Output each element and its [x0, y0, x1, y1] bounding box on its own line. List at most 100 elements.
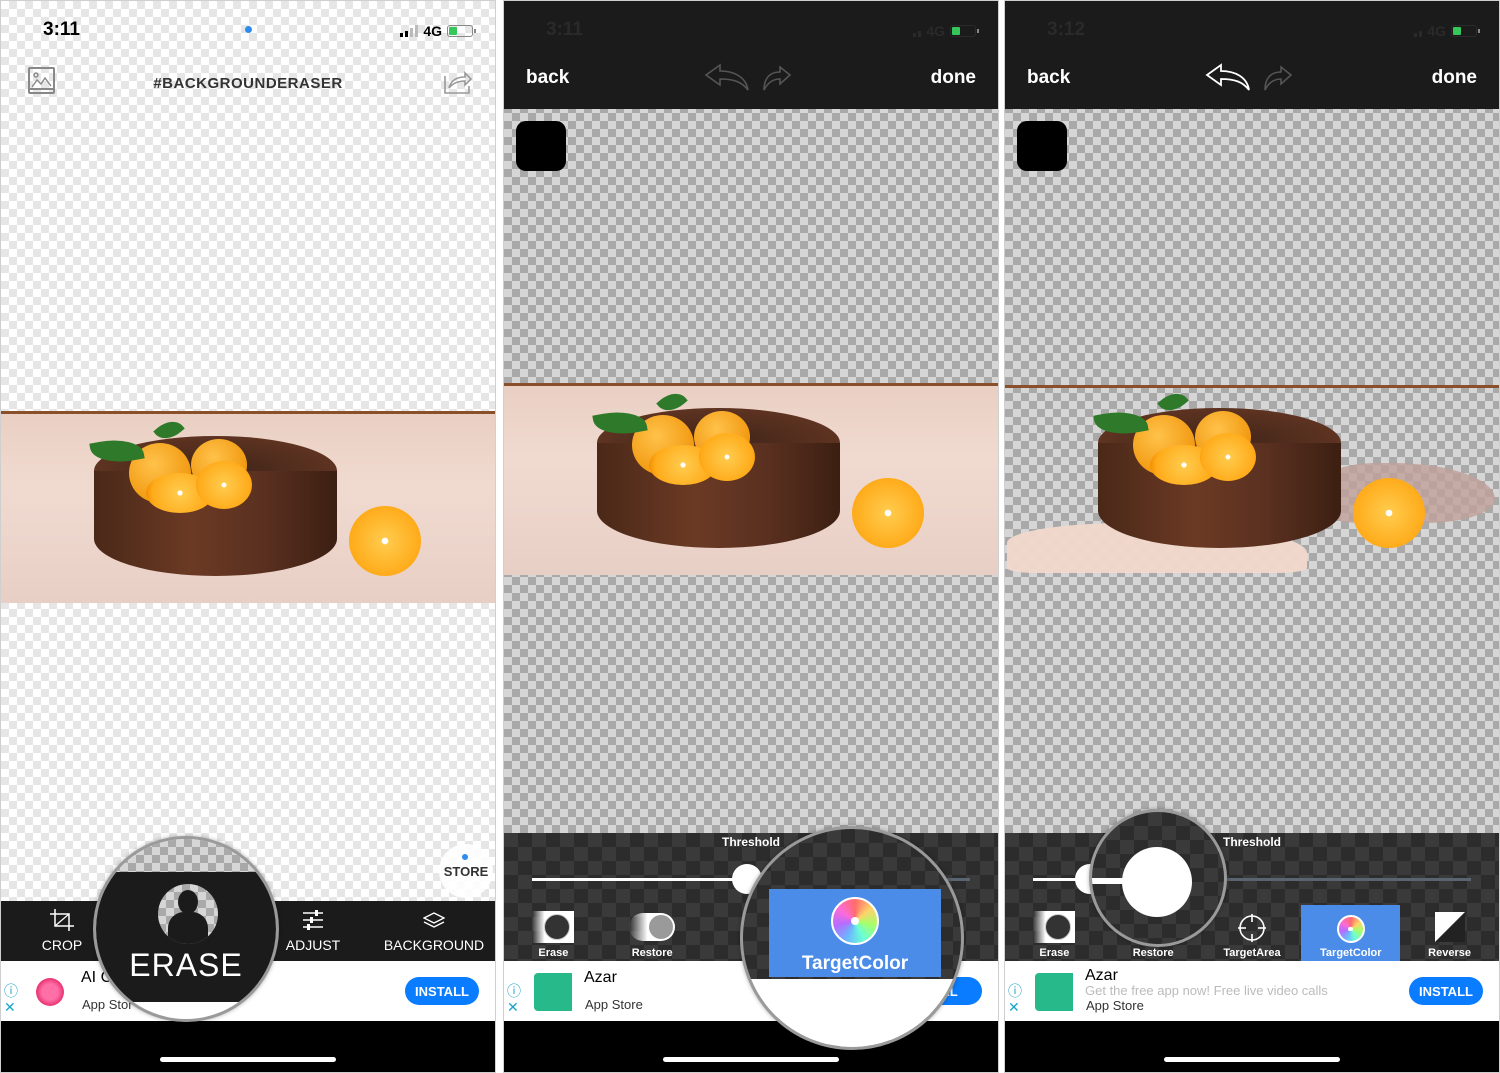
orange-half — [699, 433, 755, 481]
mode-restore[interactable]: Restore — [603, 905, 702, 961]
mode-label: TargetColor — [1320, 947, 1382, 959]
store-label: STORE — [443, 864, 489, 879]
color-swatch[interactable] — [516, 121, 566, 171]
back-button[interactable]: back — [526, 67, 569, 89]
status-time: 3:11 — [546, 19, 583, 40]
magnifier-erase: ERASE — [93, 836, 279, 1022]
ad-app-icon — [534, 973, 572, 1011]
info-icon[interactable]: ⓘ — [1008, 983, 1022, 999]
battery-icon — [447, 25, 476, 37]
orange-half — [349, 506, 421, 576]
store-button[interactable]: STORE — [439, 844, 493, 898]
orange-half — [1200, 433, 1256, 481]
store-badge-dot — [462, 854, 468, 860]
status-time: 3:12 — [1047, 19, 1086, 40]
network-label: 4G — [423, 23, 442, 39]
photo-canvas[interactable] — [1, 411, 495, 603]
status-indicators: 4G — [1414, 23, 1480, 39]
location-dot-icon — [245, 26, 252, 33]
magnified-erase-label: ERASE — [129, 947, 243, 983]
ad-info-icons[interactable]: ⓘ ✕ — [1008, 983, 1022, 1015]
slider-fill — [532, 878, 747, 881]
restore-mode-icon — [629, 913, 676, 941]
mode-erase[interactable]: Erase — [504, 905, 603, 961]
tool-crop-label: CROP — [41, 937, 83, 953]
tool-background-label: BACKGROUND — [383, 937, 485, 953]
done-button[interactable]: done — [1432, 67, 1477, 89]
ad-title: Azar — [584, 969, 617, 986]
orange-half — [1353, 478, 1425, 548]
home-indicator[interactable] — [160, 1057, 336, 1062]
share-icon — [444, 71, 473, 94]
target-color-highlight: TargetColor — [769, 889, 941, 977]
signal-icon — [1414, 25, 1423, 37]
info-icon[interactable]: ⓘ — [4, 983, 18, 999]
panel-main-editor: 3:11 4G #BACKGROUNDERASER STORE CROP ADJ… — [0, 0, 496, 1073]
install-button[interactable]: INSTALL — [1409, 977, 1483, 1005]
crop-icon — [50, 909, 74, 931]
ad-subtitle: Get the free app now! Free live video ca… — [1085, 983, 1328, 998]
color-swatch[interactable] — [1017, 121, 1067, 171]
layers-icon — [423, 912, 445, 928]
sliders-icon — [303, 910, 323, 930]
share-button[interactable] — [442, 66, 473, 96]
magnified-target-color-label: TargetColor — [801, 953, 909, 974]
status-bar: 3:11 4G — [1, 1, 495, 57]
home-indicator[interactable] — [1164, 1057, 1340, 1062]
mode-label: TargetArea — [1223, 947, 1281, 959]
edit-panel: Threshold Erase Restore TargetArea Targe… — [1005, 833, 1499, 961]
network-label: 4G — [1427, 23, 1446, 39]
mode-reverse[interactable]: Reverse — [1400, 905, 1499, 961]
magnifier-target-color: TargetColor — [740, 826, 964, 1050]
ad-banner[interactable]: ⓘ ✕ Azar Get the free app now! Free live … — [1005, 961, 1499, 1021]
threshold-label: Threshold — [721, 835, 780, 849]
network-label: 4G — [926, 23, 945, 39]
info-icon[interactable]: ⓘ — [507, 983, 521, 999]
signal-icon — [913, 25, 922, 37]
table-edge — [504, 383, 998, 386]
back-button[interactable]: back — [1027, 67, 1070, 89]
redo-icon[interactable] — [1263, 65, 1293, 91]
app-title: #BACKGROUNDERASER — [153, 75, 343, 92]
mode-label: Reverse — [1428, 947, 1471, 959]
close-ad-icon[interactable]: ✕ — [1008, 999, 1022, 1015]
panel-after-erase: 3:12 4G back done Threshold Erase Restor… — [1004, 0, 1500, 1073]
ad-app-icon — [36, 978, 64, 1006]
mode-target-color[interactable]: TargetColor — [1301, 905, 1401, 961]
battery-icon — [1451, 25, 1480, 37]
redo-icon[interactable] — [762, 65, 792, 91]
home-indicator-area — [1, 1021, 495, 1072]
tool-background[interactable]: BACKGROUND — [373, 901, 495, 961]
tool-adjust-label: ADJUST — [285, 937, 341, 953]
erase-person-icon — [158, 884, 218, 944]
home-indicator-area — [1005, 1021, 1499, 1072]
ad-info-icons[interactable]: ⓘ ✕ — [507, 983, 521, 1015]
orange-half — [852, 478, 924, 548]
undo-icon[interactable] — [704, 63, 750, 91]
crosshair-icon — [1237, 914, 1266, 942]
mode-label: Restore — [1132, 947, 1174, 959]
done-button[interactable]: done — [931, 67, 976, 89]
status-indicators: 4G — [400, 23, 476, 39]
close-ad-icon[interactable]: ✕ — [4, 999, 18, 1015]
mode-target-area[interactable]: TargetArea — [1203, 905, 1302, 961]
mode-bar: Erase Restore TargetArea TargetColor Rev… — [1005, 905, 1499, 961]
undo-icon[interactable] — [1205, 63, 1251, 91]
erase-mode-icon — [532, 911, 575, 943]
mode-label: Erase — [538, 947, 569, 959]
ad-info-icons[interactable]: ⓘ ✕ — [4, 983, 18, 1015]
top-nav-bar: 3:12 4G back done — [1005, 1, 1499, 109]
table-edge — [1, 411, 495, 414]
mode-label: Restore — [631, 947, 673, 959]
close-ad-icon[interactable]: ✕ — [507, 999, 521, 1015]
photo-canvas[interactable] — [1005, 383, 1499, 575]
photo-canvas[interactable] — [504, 383, 998, 575]
status-time: 3:11 — [43, 19, 80, 40]
mode-label: Erase — [1039, 947, 1070, 959]
install-button[interactable]: INSTALL — [405, 977, 479, 1005]
signal-icon — [400, 25, 419, 37]
threshold-label: Threshold — [1222, 835, 1281, 849]
color-wheel-icon — [1336, 915, 1365, 943]
mode-erase[interactable]: Erase — [1005, 905, 1104, 961]
home-indicator[interactable] — [663, 1057, 839, 1062]
